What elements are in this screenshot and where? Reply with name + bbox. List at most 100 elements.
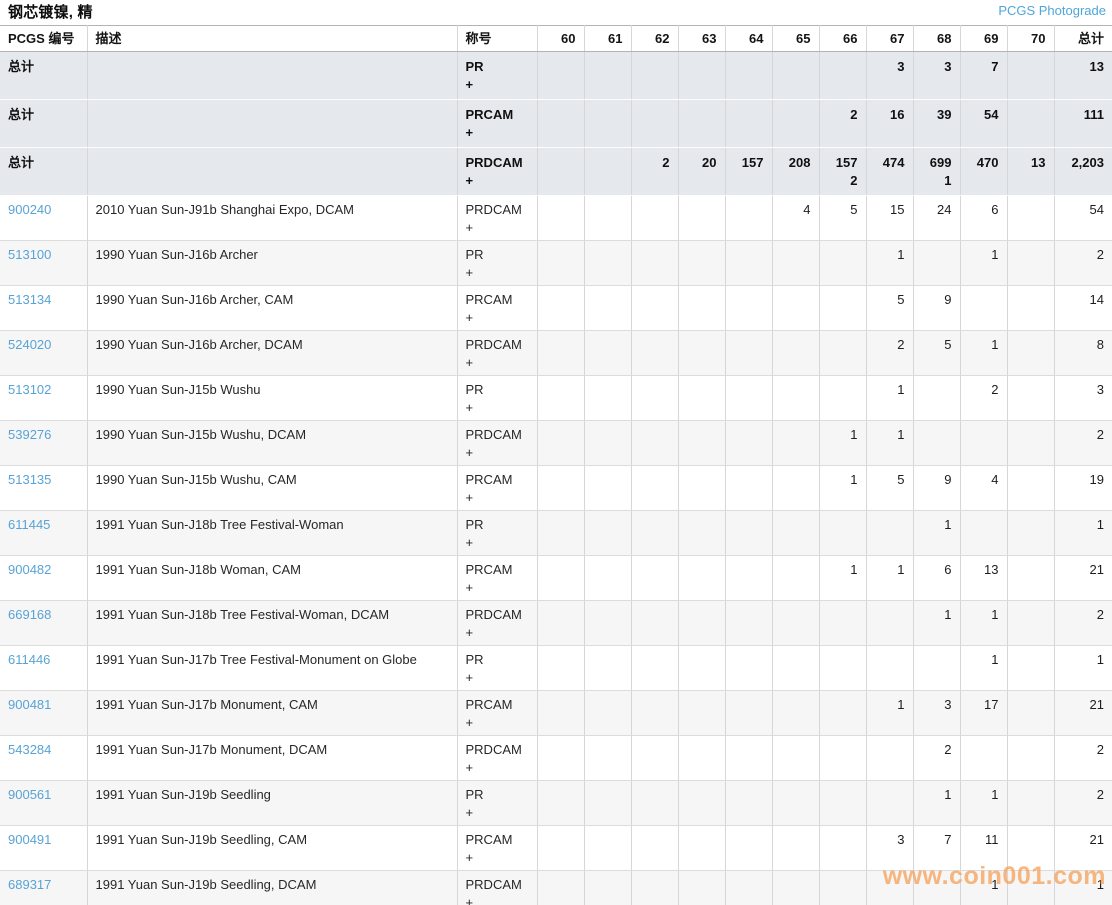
row-total-cell: 1 <box>1053 510 1112 556</box>
pcgs-number-link[interactable]: 513100 <box>8 247 51 262</box>
table-row: 513102 1990 Yuan Sun-J15b Wushu PR +1 2 3 <box>0 375 1112 421</box>
grade-68-cell <box>912 420 960 466</box>
pcgs-number-link[interactable]: 611445 <box>8 517 50 532</box>
pcgs-number-link[interactable]: 900481 <box>8 697 51 712</box>
grade-60-cell <box>536 825 584 871</box>
grade-70-cell <box>1006 510 1054 556</box>
row-total-cell: 2 <box>1053 420 1112 466</box>
pcgs-number-link[interactable]: 513134 <box>8 292 51 307</box>
grade-60-cell <box>536 870 584 905</box>
grade-61-cell <box>583 375 631 421</box>
pcgs-number-link[interactable]: 669168 <box>8 607 51 622</box>
description-cell: 2010 Yuan Sun-J91b Shanghai Expo, DCAM <box>86 195 457 241</box>
summary-row: 总计 PRCAM +2 16 39 54 111 <box>0 99 1112 148</box>
grade-62-cell <box>630 645 678 691</box>
col-header-66: 66 <box>818 25 866 52</box>
grade-70-cell <box>1006 600 1054 646</box>
description-cell: 1990 Yuan Sun-J15b Wushu, DCAM <box>86 420 457 466</box>
grade-69-cell: 4 <box>959 465 1007 511</box>
pcgs-number-link[interactable]: 689317 <box>8 877 51 892</box>
grade-68-cell: 9 <box>912 465 960 511</box>
plus-sign: + <box>465 895 474 905</box>
row-total-cell: 2 <box>1053 240 1112 286</box>
grade-68-cell <box>912 375 960 421</box>
designation-cell: PRDCAM + <box>456 600 537 646</box>
grade-68-cell: 39 <box>912 99 960 148</box>
designation-cell: PRDCAM + <box>456 330 537 376</box>
col-header-70: 70 <box>1006 25 1054 52</box>
row-total-cell: 111 <box>1053 99 1112 148</box>
designation-label: PRCAM <box>465 697 513 712</box>
grade-63-cell <box>677 51 725 100</box>
row-total-cell: 3 <box>1053 375 1112 421</box>
pcgs-number-link[interactable]: 513102 <box>8 382 51 397</box>
pcgs-number-link[interactable]: 900482 <box>8 562 51 577</box>
pcgs-number-link[interactable]: 524020 <box>8 337 51 352</box>
grade-66-cell <box>818 645 866 691</box>
col-header-68: 68 <box>912 25 960 52</box>
population-report-page: 钢芯镀镍, 精 PCGS Photograde PCGS 编号 描述 称号 60… <box>0 0 1112 905</box>
population-table-body: 总计 PR +3 3 7 13 总计 PRCAM +2 16 39 54 111 总计 PRDCAM +2 20… <box>0 51 1112 905</box>
grade-61-cell <box>583 147 631 196</box>
pcgs-number-link[interactable]: 900491 <box>8 832 51 847</box>
grade-68-cell: 9 <box>912 285 960 331</box>
grade-60-cell <box>536 375 584 421</box>
grade-70-cell <box>1006 555 1054 601</box>
row-total-cell: 19 <box>1053 465 1112 511</box>
grade-65-cell <box>771 465 819 511</box>
designation-label: PR <box>465 247 484 262</box>
grade-65-cell: 208 <box>771 147 819 196</box>
grade-65-cell <box>771 870 819 905</box>
pcgs-photograde-link[interactable]: PCGS Photograde <box>998 3 1106 18</box>
row-total-cell: 2 <box>1053 780 1112 826</box>
grade-60-cell <box>536 420 584 466</box>
col-header-total: 总计 <box>1053 25 1112 52</box>
grade-61-cell <box>583 330 631 376</box>
grade-62-cell <box>630 780 678 826</box>
summary-row: 总计 PRDCAM +2 20 157 208 157 2 474 699 1 470 13 2,203 <box>0 147 1112 196</box>
grade-60-cell <box>536 285 584 331</box>
designation-cell: PRDCAM + <box>456 147 537 196</box>
grade-62-cell <box>630 825 678 871</box>
row-total-cell: 8 <box>1053 330 1112 376</box>
plus-sign: + <box>465 355 474 370</box>
pcgs-number-link[interactable]: 543284 <box>8 742 51 757</box>
pcgs-number-link[interactable]: 513135 <box>8 472 51 487</box>
grade-70-cell <box>1006 99 1054 148</box>
grade-66-cell: 2 <box>818 99 866 148</box>
grade-67-cell: 5 <box>865 465 913 511</box>
grade-64-cell <box>724 690 772 736</box>
table-row: 900491 1991 Yuan Sun-J19b Seedling, CAM PR… <box>0 825 1112 871</box>
designation-cell: PR + <box>456 375 537 421</box>
row-total-cell: 1 <box>1053 645 1112 691</box>
row-total-cell: 13 <box>1053 51 1112 100</box>
plus-sign: + <box>465 220 474 235</box>
grade-68-cell: 24 <box>912 195 960 241</box>
description-cell: 1990 Yuan Sun-J16b Archer, CAM <box>86 285 457 331</box>
description-cell <box>86 51 457 100</box>
grade-68-cell: 3 <box>912 690 960 736</box>
pcgs-number-cell: 669168 <box>0 600 87 646</box>
grade-70-cell <box>1006 375 1054 421</box>
plus-sign: + <box>465 760 474 775</box>
designation-label: PRCAM <box>465 832 513 847</box>
pcgs-number-link[interactable]: 900561 <box>8 787 51 802</box>
grade-60-cell <box>536 780 584 826</box>
pcgs-number-link[interactable]: 900240 <box>8 202 51 217</box>
grade-65-cell <box>771 600 819 646</box>
grade-66-cell <box>818 600 866 646</box>
description-cell: 1991 Yuan Sun-J17b Monument, DCAM <box>86 735 457 781</box>
designation-cell: PRDCAM + <box>456 870 537 905</box>
pcgs-number-link[interactable]: 611446 <box>8 652 50 667</box>
grade-68-cell: 1 <box>912 600 960 646</box>
pcgs-number-cell: 611446 <box>0 645 87 691</box>
plus-sign: + <box>465 715 474 730</box>
plus-sign: + <box>465 400 474 415</box>
pcgs-number-link[interactable]: 539276 <box>8 427 51 442</box>
grade-65-cell <box>771 375 819 421</box>
grade-64-cell <box>724 330 772 376</box>
grade-68-cell: 699 1 <box>912 147 960 196</box>
grade-66-cell <box>818 330 866 376</box>
plus-sign: + <box>465 265 474 280</box>
grade-67-cell <box>865 780 913 826</box>
